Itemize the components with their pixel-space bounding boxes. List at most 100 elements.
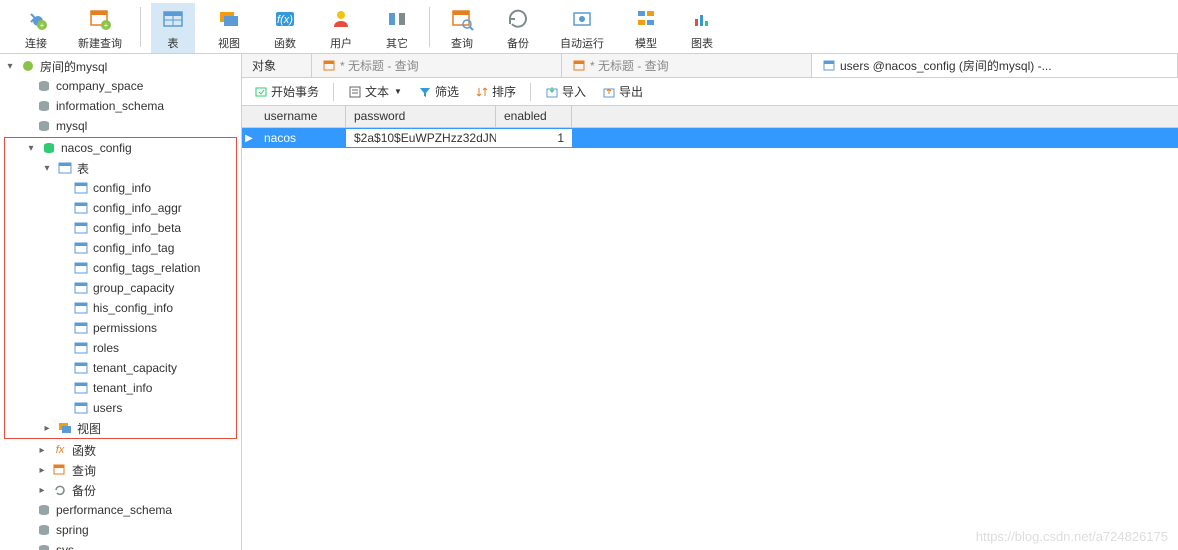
column-header-username[interactable]: username [256, 106, 346, 127]
database-icon [36, 98, 52, 114]
tree-db[interactable]: mysql [0, 116, 241, 136]
database-icon [36, 502, 52, 518]
toolbar-function[interactable]: f(x) 函数 [263, 3, 307, 53]
tree-functions-folder[interactable]: ▸fx函数 [0, 440, 241, 460]
chevron-down-icon[interactable]: ▾ [25, 143, 37, 154]
text-button[interactable]: 文本▼ [342, 81, 408, 102]
filter-button[interactable]: 筛选 [412, 81, 465, 102]
table-icon [57, 160, 73, 176]
tab-objects[interactable]: 对象 [242, 54, 312, 77]
view-icon [57, 420, 73, 436]
toolbar-separator [140, 7, 141, 47]
database-tree[interactable]: ▾ 房间的mysql company_space information_sch… [0, 54, 242, 550]
tree-table-users[interactable]: users [5, 398, 236, 418]
import-icon [545, 85, 559, 99]
tree-table-item[interactable]: tenant_info [5, 378, 236, 398]
chevron-right-icon[interactable]: ▸ [36, 445, 48, 456]
tree-table-item[interactable]: config_info_tag [5, 238, 236, 258]
cell-password[interactable]: $2a$10$EuWPZHzz32dJN [346, 129, 496, 147]
svg-text:+: + [104, 21, 109, 30]
import-button[interactable]: 导入 [539, 81, 592, 102]
backup-icon [504, 5, 532, 33]
view-icon [215, 5, 243, 33]
tree-table-item[interactable]: roles [5, 338, 236, 358]
toolbar-user[interactable]: 用户 [319, 3, 363, 53]
tree-table-item[interactable]: group_capacity [5, 278, 236, 298]
text-icon [348, 85, 362, 99]
tab-users[interactable]: users @nacos_config (房间的mysql) -... [812, 54, 1178, 77]
database-icon [36, 542, 52, 550]
tree-table-item[interactable]: config_info [5, 178, 236, 198]
column-header-enabled[interactable]: enabled [496, 106, 572, 127]
tree-tables-folder[interactable]: ▾ 表 [5, 158, 236, 178]
tree-table-item[interactable]: config_info_beta [5, 218, 236, 238]
toolbar-other[interactable]: 其它 [375, 3, 419, 53]
backup-icon [52, 482, 68, 498]
query-plus-icon: + [86, 5, 114, 33]
table-icon [572, 59, 586, 73]
grid-row[interactable]: ▶ nacos $2a$10$EuWPZHzz32dJN 1 [242, 128, 1178, 148]
tree-backup-folder[interactable]: ▸备份 [0, 480, 241, 500]
highlighted-db-section: ▾ nacos_config ▾ 表 config_info config_in… [4, 137, 237, 439]
svg-text:+: + [40, 21, 45, 30]
tab-query-2[interactable]: * 无标题 - 查询 [562, 54, 812, 77]
tree-db[interactable]: performance_schema [0, 500, 241, 520]
export-button[interactable]: 导出 [596, 81, 649, 102]
table-icon [822, 59, 836, 73]
column-header-password[interactable]: password [346, 106, 496, 127]
toolbar-auto[interactable]: 自动运行 [552, 3, 612, 53]
watermark: https://blog.csdn.net/a724826175 [976, 529, 1168, 544]
query-icon [52, 462, 68, 478]
toolbar-table[interactable]: 表 [151, 3, 195, 53]
toolbar-query[interactable]: 查询 [440, 3, 484, 53]
tab-query-1[interactable]: * 无标题 - 查询 [312, 54, 562, 77]
table-icon [73, 400, 89, 416]
begin-transaction-button[interactable]: 开始事务 [248, 81, 325, 102]
separator [333, 83, 334, 101]
content-area: 对象 * 无标题 - 查询 * 无标题 - 查询 users @nacos_co… [242, 54, 1178, 550]
cell-enabled[interactable]: 1 [496, 129, 572, 147]
toolbar-connect[interactable]: + 连接 [14, 3, 58, 53]
chevron-down-icon: ▼ [394, 87, 402, 96]
tree-table-item[interactable]: his_config_info [5, 298, 236, 318]
tree-table-item[interactable]: tenant_capacity [5, 358, 236, 378]
table-icon [322, 59, 336, 73]
main-area: ▾ 房间的mysql company_space information_sch… [0, 54, 1178, 550]
export-icon [602, 85, 616, 99]
tree-queries-folder[interactable]: ▸查询 [0, 460, 241, 480]
table-icon [73, 240, 89, 256]
model-icon [632, 5, 660, 33]
tree-db[interactable]: sys [0, 540, 241, 550]
tree-db-nacos[interactable]: ▾ nacos_config [5, 138, 236, 158]
tree-table-item[interactable]: config_info_aggr [5, 198, 236, 218]
toolbar-new-query[interactable]: + 新建查询 [70, 3, 130, 53]
chevron-right-icon[interactable]: ▸ [36, 465, 48, 476]
tree-table-item[interactable]: config_tags_relation [5, 258, 236, 278]
table-icon [73, 280, 89, 296]
toolbar-view[interactable]: 视图 [207, 3, 251, 53]
table-icon [73, 380, 89, 396]
tree-db[interactable]: company_space [0, 76, 241, 96]
chart-icon [688, 5, 716, 33]
chevron-down-icon[interactable]: ▾ [4, 61, 16, 72]
fx-icon: fx [52, 442, 68, 458]
tree-table-item[interactable]: permissions [5, 318, 236, 338]
tree-views-folder[interactable]: ▸视图 [5, 418, 236, 438]
table-icon [73, 200, 89, 216]
data-grid[interactable]: username password enabled ▶ nacos $2a$10… [242, 106, 1178, 148]
tree-db[interactable]: information_schema [0, 96, 241, 116]
query-icon [448, 5, 476, 33]
cell-username[interactable]: nacos [256, 129, 346, 147]
chevron-right-icon[interactable]: ▸ [36, 485, 48, 496]
chevron-down-icon[interactable]: ▾ [41, 163, 53, 174]
sort-button[interactable]: 排序 [469, 81, 522, 102]
toolbar-chart[interactable]: 图表 [680, 3, 724, 53]
toolbar-backup[interactable]: 备份 [496, 3, 540, 53]
toolbar-separator [429, 7, 430, 47]
database-icon [41, 140, 57, 156]
chevron-right-icon[interactable]: ▸ [41, 423, 53, 434]
table-icon [73, 260, 89, 276]
toolbar-model[interactable]: 模型 [624, 3, 668, 53]
tree-connection[interactable]: ▾ 房间的mysql [0, 56, 241, 76]
tree-db[interactable]: spring [0, 520, 241, 540]
